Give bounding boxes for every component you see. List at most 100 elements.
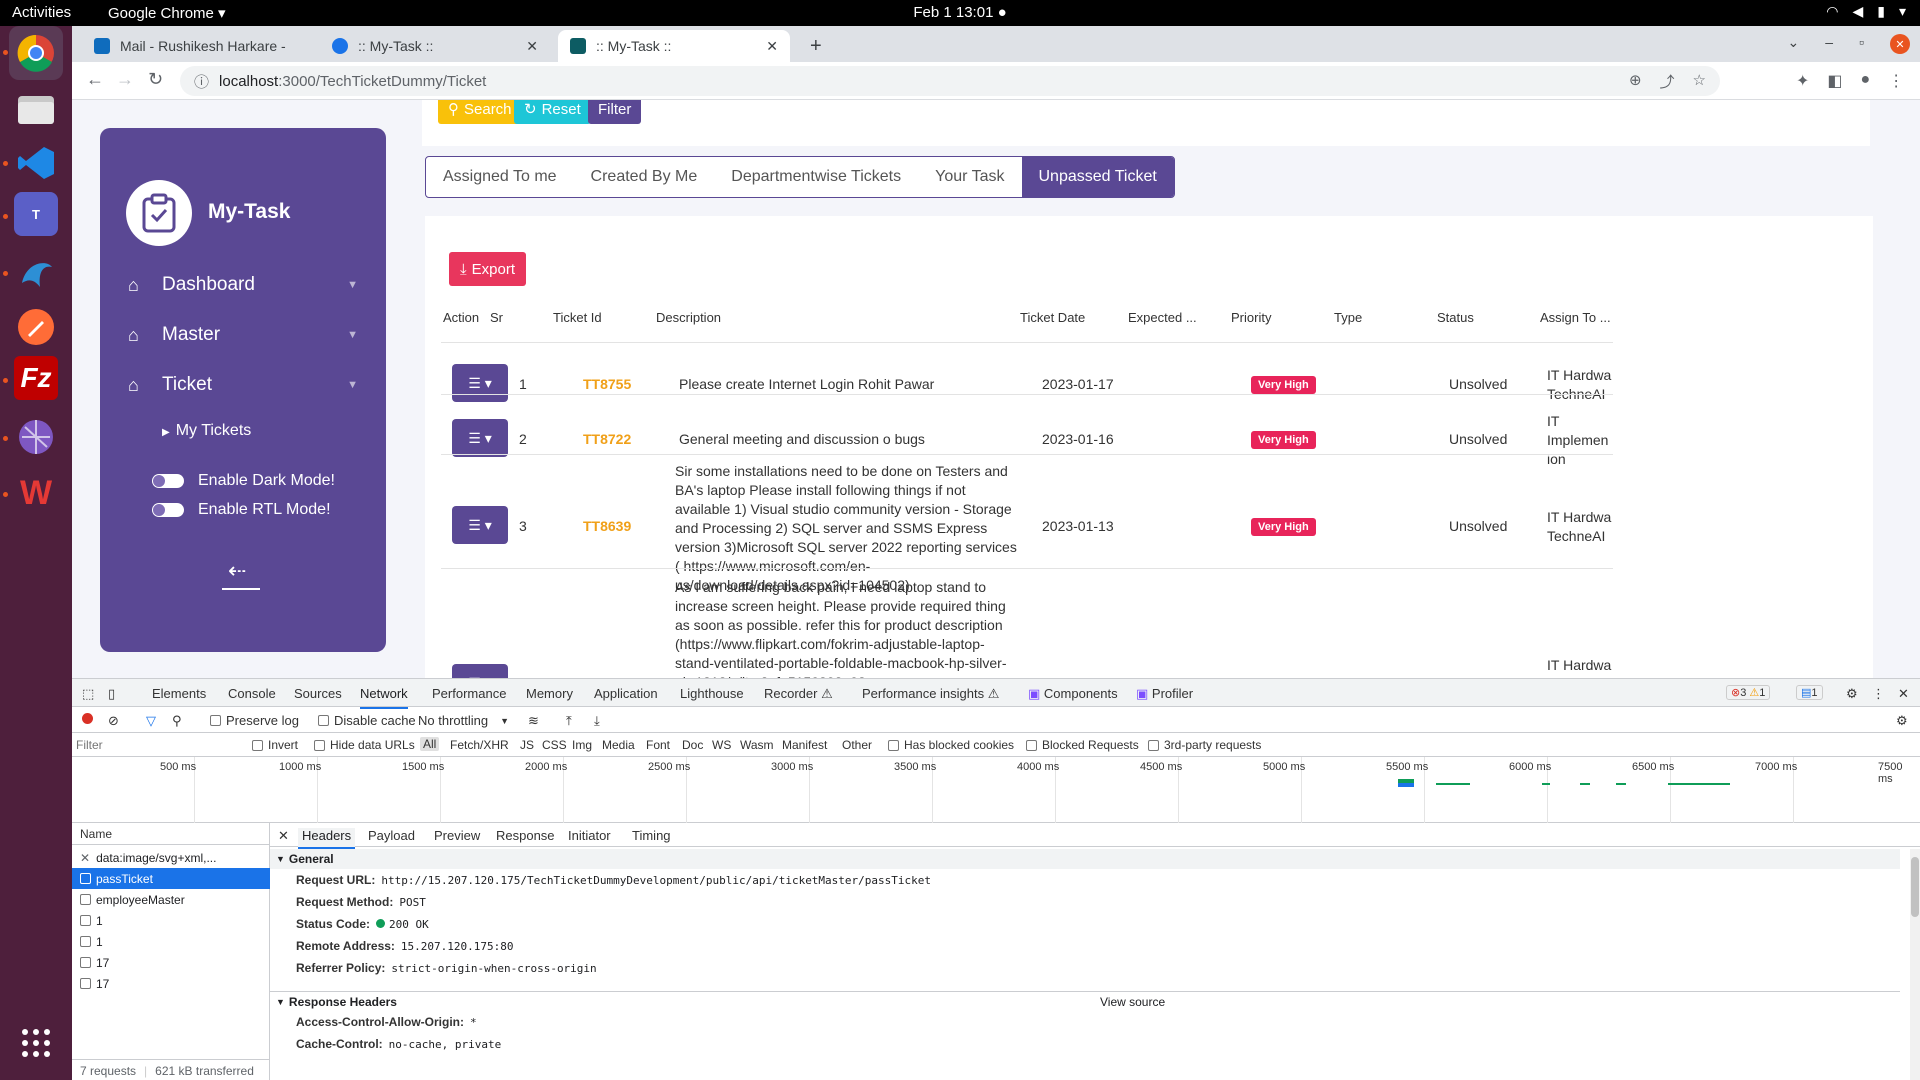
devtools-tab-components[interactable]: ▣ Components bbox=[1028, 686, 1118, 702]
list-item[interactable]: 17 bbox=[72, 973, 270, 994]
devtools-tab-performance[interactable]: Performance bbox=[432, 686, 506, 701]
zoom-icon[interactable]: ⊕ bbox=[1629, 71, 1642, 92]
detail-tab-initiator[interactable]: Initiator bbox=[568, 828, 611, 843]
hide-data-urls-checkbox[interactable]: Hide data URLs bbox=[314, 738, 415, 752]
column-header[interactable]: Type bbox=[1334, 310, 1362, 325]
collapse-sidebar-icon[interactable]: ⇠ bbox=[222, 558, 260, 590]
devtools-tab-elements[interactable]: Elements bbox=[152, 686, 206, 701]
ticket-id-link[interactable]: TT8639 bbox=[583, 518, 631, 534]
type-filter-media[interactable]: Media bbox=[602, 738, 635, 752]
browser-tab-mytask-1[interactable]: :: My-Task :: ✕ bbox=[320, 30, 550, 62]
reload-icon[interactable]: ↻ bbox=[148, 69, 163, 90]
rtl-mode-toggle[interactable]: Enable RTL Mode! bbox=[152, 501, 331, 519]
clock[interactable]: Feb 1 13:01 ● bbox=[0, 4, 1920, 21]
sidebar-item-master[interactable]: ⌂ Master ▼ bbox=[128, 324, 358, 346]
mysql-workbench-dock-icon[interactable] bbox=[9, 246, 63, 300]
row-action-menu-button[interactable]: ☰ ▾ bbox=[452, 664, 508, 678]
throttling-select[interactable]: No throttling ▼ bbox=[418, 713, 509, 728]
network-settings-icon[interactable]: ⚙ bbox=[1896, 713, 1908, 729]
column-header[interactable]: Description bbox=[656, 310, 721, 325]
network-filter-input[interactable] bbox=[76, 735, 246, 754]
close-tab-icon[interactable]: ✕ bbox=[766, 38, 778, 55]
dark-mode-toggle[interactable]: Enable Dark Mode! bbox=[152, 472, 335, 490]
address-bar[interactable]: ⓘ localhost:3000/TechTicketDummy/Ticket … bbox=[180, 66, 1720, 96]
column-header[interactable]: Ticket Date bbox=[1020, 310, 1085, 325]
new-tab-button[interactable]: + bbox=[798, 30, 838, 62]
detail-tab-timing[interactable]: Timing bbox=[632, 828, 671, 843]
type-filter-doc[interactable]: Doc bbox=[682, 738, 703, 752]
list-item[interactable]: ✕ data:image/svg+xml,... bbox=[72, 847, 270, 868]
type-filter-manifest[interactable]: Manifest bbox=[782, 738, 827, 752]
detail-tab-preview[interactable]: Preview bbox=[434, 828, 480, 843]
issues-counter[interactable]: ⊗3 ⚠1 bbox=[1726, 685, 1771, 700]
name-column-header[interactable]: Name bbox=[72, 823, 270, 845]
list-item[interactable]: 1 bbox=[72, 931, 270, 952]
profile-avatar-icon[interactable]: ● bbox=[1861, 71, 1871, 91]
blocked-requests-checkbox[interactable]: Blocked Requests bbox=[1026, 738, 1139, 752]
devtools-tab-performance-insights[interactable]: Performance insights ⚠ bbox=[862, 686, 999, 702]
search-icon[interactable]: ⚲ bbox=[172, 713, 182, 729]
devtools-tab-lighthouse[interactable]: Lighthouse bbox=[680, 686, 744, 701]
files-dock-icon[interactable] bbox=[9, 82, 63, 136]
column-header[interactable]: Expected ... bbox=[1128, 310, 1197, 325]
filter-button[interactable]: Filter bbox=[588, 100, 642, 124]
close-devtools-icon[interactable]: ✕ bbox=[1898, 686, 1909, 702]
devtools-tab-console[interactable]: Console bbox=[228, 686, 276, 701]
third-party-requests-checkbox[interactable]: 3rd-party requests bbox=[1148, 738, 1261, 752]
type-filter-js[interactable]: JS bbox=[520, 738, 534, 752]
devtools-tab-application[interactable]: Application bbox=[594, 686, 658, 701]
sidebar-item-dashboard[interactable]: ⌂ Dashboard ▼ bbox=[128, 274, 358, 296]
browser-tab-mail[interactable]: Mail - Rushikesh Harkare - bbox=[82, 30, 312, 62]
filezilla-dock-icon[interactable]: Fz bbox=[14, 356, 58, 400]
column-header[interactable]: Ticket Id bbox=[553, 310, 602, 325]
clear-icon[interactable]: ⊘ bbox=[108, 713, 119, 729]
response-headers-section-header[interactable]: ▼ Response Headers bbox=[270, 991, 1900, 1011]
devtools-tab-profiler[interactable]: ▣ Profiler bbox=[1136, 686, 1193, 702]
tab-assigned-to-me[interactable]: Assigned To me bbox=[426, 157, 574, 197]
maximize-icon[interactable]: ▫ bbox=[1859, 34, 1864, 54]
import-har-icon[interactable]: ⤒ bbox=[566, 713, 572, 729]
tab-departmentwise-tickets[interactable]: Departmentwise Tickets bbox=[714, 157, 918, 197]
chrome-dock-icon[interactable] bbox=[9, 26, 63, 80]
tab-created-by-me[interactable]: Created By Me bbox=[574, 157, 715, 197]
ticket-id-link[interactable]: TT8755 bbox=[583, 376, 631, 392]
view-source-link[interactable]: View source bbox=[1100, 995, 1165, 1009]
minimize-icon[interactable]: – bbox=[1825, 34, 1833, 54]
forward-icon[interactable]: → bbox=[116, 69, 134, 90]
close-tab-icon[interactable]: ✕ bbox=[526, 38, 538, 55]
record-icon[interactable] bbox=[82, 713, 93, 724]
more-options-icon[interactable]: ⋮ bbox=[1872, 686, 1885, 702]
column-header[interactable]: Priority bbox=[1231, 310, 1271, 325]
scrollbar[interactable] bbox=[1910, 849, 1920, 1080]
info-icon[interactable]: ⓘ bbox=[194, 71, 209, 92]
teams-dock-icon[interactable]: T bbox=[14, 192, 58, 236]
devtools-tab-network[interactable]: Network bbox=[360, 686, 408, 709]
list-item[interactable]: 17 bbox=[72, 952, 270, 973]
column-header[interactable]: Assign To ... bbox=[1540, 310, 1611, 325]
filter-funnel-icon[interactable]: ▽ bbox=[146, 713, 156, 729]
general-section-header[interactable]: ▼ General bbox=[270, 849, 1900, 869]
sidebar-item-ticket[interactable]: ⌂ Ticket ▼ bbox=[128, 374, 358, 396]
row-action-menu-button[interactable]: ☰ ▾ bbox=[452, 364, 508, 402]
reset-button[interactable]: ↻ Reset bbox=[514, 100, 591, 124]
extensions-icon[interactable]: ✦ bbox=[1796, 71, 1809, 91]
close-window-icon[interactable]: ✕ bbox=[1890, 34, 1910, 54]
network-timeline-overview[interactable]: 500 ms 1000 ms 1500 ms 2000 ms 2500 ms 3… bbox=[72, 757, 1920, 823]
tab-search-icon[interactable]: ⌄ bbox=[1788, 34, 1800, 54]
invert-checkbox[interactable]: Invert bbox=[252, 738, 298, 752]
share-icon[interactable]: ⤴ bbox=[1660, 71, 1675, 92]
column-header[interactable]: Sr bbox=[490, 310, 503, 325]
devtools-tab-memory[interactable]: Memory bbox=[526, 686, 573, 701]
type-filter-all[interactable]: All bbox=[420, 737, 440, 751]
column-header[interactable]: Action bbox=[443, 310, 479, 325]
has-blocked-cookies-checkbox[interactable]: Has blocked cookies bbox=[888, 738, 1014, 752]
device-toolbar-icon[interactable]: ▯ bbox=[108, 686, 115, 702]
row-action-menu-button[interactable]: ☰ ▾ bbox=[452, 419, 508, 457]
toggle-switch[interactable] bbox=[152, 474, 184, 488]
search-button[interactable]: ⚲ Search bbox=[438, 100, 522, 124]
list-item[interactable]: passTicket bbox=[72, 868, 270, 889]
sidebar-subitem-my-tickets[interactable]: ▶ My Tickets bbox=[162, 422, 251, 440]
bookmark-star-icon[interactable]: ☆ bbox=[1693, 71, 1706, 92]
devtools-tab-recorder[interactable]: Recorder ⚠ bbox=[764, 686, 833, 702]
ticket-id-link[interactable]: TT8722 bbox=[583, 431, 631, 447]
